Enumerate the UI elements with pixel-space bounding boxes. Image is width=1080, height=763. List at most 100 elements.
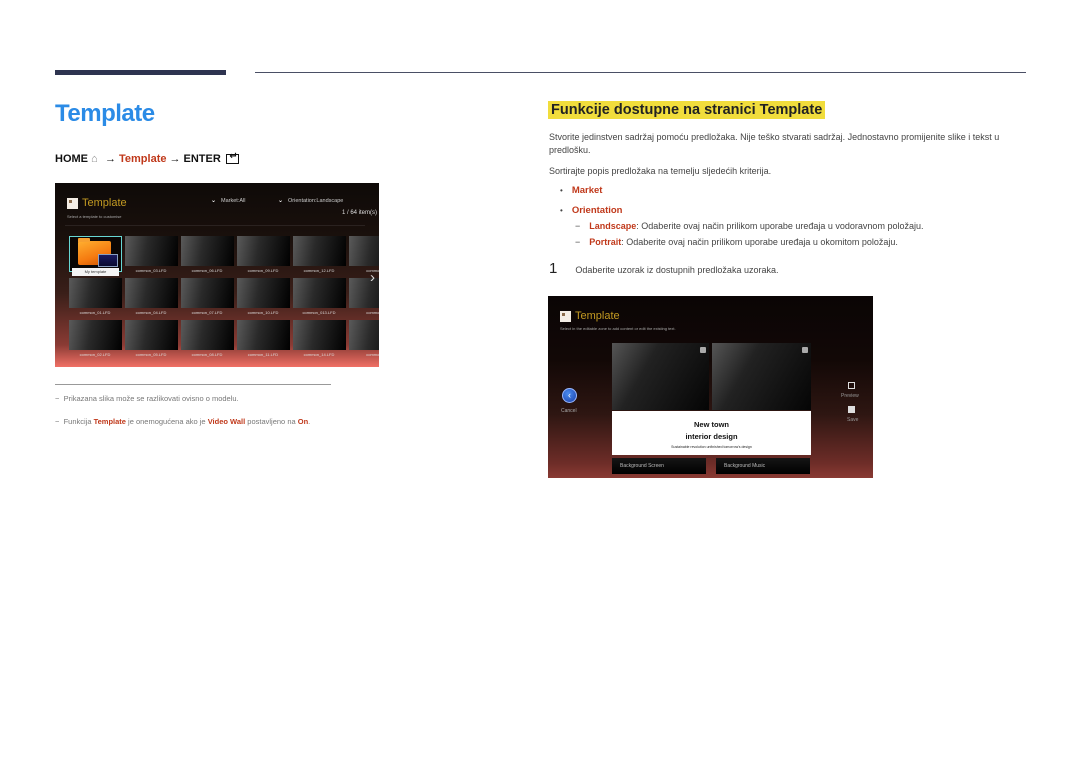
preview-label: Preview bbox=[841, 393, 859, 399]
home-icon: ⌂ bbox=[91, 153, 98, 165]
edit-icon bbox=[802, 347, 808, 353]
breadcrumb-template: Template bbox=[119, 153, 167, 165]
template-thumbnail[interactable] bbox=[125, 320, 178, 350]
fn-text: . bbox=[308, 417, 311, 426]
screen1-header: Template bbox=[67, 197, 127, 209]
template-thumbnail[interactable] bbox=[349, 320, 379, 350]
sub-item-text: : Odaberite ovaj način prilikom uporabe … bbox=[636, 221, 924, 231]
thumbnail-label: common_08.LFD bbox=[191, 352, 223, 357]
template-editor-screenshot: Template Select in the editable zone to … bbox=[548, 296, 873, 478]
monitor-icon bbox=[98, 254, 118, 267]
item-count: 1 / 64 item(s) bbox=[341, 210, 377, 216]
template-thumbnail[interactable] bbox=[181, 320, 234, 350]
footnote-2: − Funkcija Template je onemogućena ako j… bbox=[55, 417, 310, 426]
dash: − bbox=[55, 417, 60, 426]
footnote-1-text: Prikazana slika može se razlikovati ovis… bbox=[63, 394, 239, 403]
fn-text: je onemogućena ako je bbox=[125, 417, 208, 426]
divider bbox=[65, 225, 365, 226]
sub-item-label: Portrait bbox=[589, 237, 622, 247]
template-thumbnail[interactable] bbox=[69, 320, 122, 350]
market-filter[interactable]: ⌄ Market:All bbox=[210, 197, 245, 205]
orientation-filter[interactable]: ⌄ Orientation:Landscape bbox=[277, 197, 344, 205]
template-thumbnail[interactable] bbox=[181, 278, 234, 308]
dash: − bbox=[55, 394, 60, 403]
text-card[interactable]: New town interior design Sustainable rev… bbox=[612, 411, 811, 455]
page-title: Template bbox=[55, 100, 155, 127]
background-screen-button[interactable]: Background Screen bbox=[612, 458, 706, 474]
thumbnail-label: common_05.LFD bbox=[135, 352, 167, 357]
fn-text: Funkcija bbox=[63, 417, 94, 426]
my-template-label: My template bbox=[72, 268, 119, 276]
thumbnail-label: common_14.LFD bbox=[303, 352, 335, 357]
template-thumbnail[interactable] bbox=[125, 278, 178, 308]
sub-item-portrait: − Portrait: Odaberite ovaj način priliko… bbox=[575, 237, 898, 247]
bullet-dot: • bbox=[560, 186, 563, 195]
fn-bold: Video Wall bbox=[207, 417, 246, 426]
screen2-title: Template bbox=[575, 310, 620, 322]
template-thumbnail[interactable] bbox=[181, 236, 234, 266]
template-thumbnail[interactable] bbox=[293, 320, 346, 350]
save-label: Save bbox=[847, 417, 859, 423]
breadcrumb-arrow: → bbox=[105, 153, 116, 165]
template-thumbnail[interactable] bbox=[237, 278, 290, 308]
breadcrumb-home: HOME bbox=[55, 153, 88, 165]
save-icon[interactable] bbox=[848, 406, 855, 413]
template-thumbnail[interactable] bbox=[69, 278, 122, 308]
thumbnail-label: common_ bbox=[366, 352, 379, 357]
chevron-down-icon: ⌄ bbox=[277, 198, 284, 204]
sort-paragraph: Sortirajte popis predložaka na temelju s… bbox=[549, 166, 772, 176]
thumbnail-label: common_ bbox=[366, 310, 379, 315]
thumbnail-label: common_11.LFD bbox=[247, 352, 279, 357]
sub-item-text: : Odaberite ovaj način prilikom uporabe … bbox=[621, 237, 898, 247]
card-caption: Sustainable revolution unfinished tomorr… bbox=[671, 445, 752, 449]
chevron-left-icon: ‹ bbox=[568, 390, 571, 400]
preview-icon[interactable] bbox=[848, 382, 855, 389]
thumbnail-label: common_01.LFD bbox=[79, 310, 111, 315]
screen1-subtitle: Select a template to customise bbox=[67, 214, 122, 219]
step-text: Odaberite uzorak iz dostupnih predložaka… bbox=[575, 265, 779, 275]
dash: − bbox=[575, 237, 581, 247]
breadcrumb-arrow: → bbox=[169, 153, 181, 165]
bullet-label: Market bbox=[571, 185, 603, 196]
fn-text: postavljeno na bbox=[245, 417, 298, 426]
bullet-orientation: • Orientation bbox=[560, 205, 622, 216]
bullet-label: Orientation bbox=[571, 205, 623, 216]
chevron-down-icon: ⌄ bbox=[210, 198, 217, 204]
next-page-arrow[interactable]: › bbox=[370, 269, 375, 286]
thumbnail-label: common_10.LFD bbox=[247, 310, 279, 315]
template-thumbnail[interactable] bbox=[125, 236, 178, 266]
step-number: 1 bbox=[549, 260, 558, 277]
template-thumbnail[interactable] bbox=[237, 236, 290, 266]
sub-item-landscape: − Landscape: Odaberite ovaj način prilik… bbox=[575, 221, 923, 231]
sub-item-label: Landscape bbox=[589, 221, 637, 231]
template-list-screenshot: Template Select a template to customise … bbox=[55, 183, 379, 367]
card-heading-2: interior design bbox=[685, 432, 738, 441]
screen2-subtitle: Select in the editable zone to add conte… bbox=[560, 326, 676, 331]
breadcrumb: HOME ⌂ → Template → ENTER bbox=[55, 151, 239, 165]
screen2-header: Template bbox=[560, 310, 620, 322]
orientation-filter-label: Orientation:Landscape bbox=[288, 197, 344, 204]
thumbnail-label: common_04.LFD bbox=[135, 310, 167, 315]
screen1-title: Template bbox=[82, 197, 127, 209]
thumbnail-label: common_02.LFD bbox=[79, 352, 111, 357]
intro-paragraph: Stvorite jedinstven sadržaj pomoću predl… bbox=[549, 132, 1000, 155]
template-icon bbox=[560, 310, 571, 322]
enter-icon bbox=[225, 151, 239, 164]
fn-bold: On bbox=[297, 417, 309, 426]
section-title: Funkcije dostupne na stranici Template bbox=[548, 101, 826, 119]
footnote-divider bbox=[55, 384, 331, 385]
editable-zone-right[interactable] bbox=[712, 343, 811, 410]
thumbnail-label: common_013.LFD bbox=[302, 310, 336, 315]
template-thumbnail[interactable] bbox=[237, 320, 290, 350]
bullet-market: • Market bbox=[560, 185, 602, 196]
step-1: 1 Odaberite uzorak iz dostupnih predloža… bbox=[549, 260, 778, 277]
template-thumbnail[interactable] bbox=[293, 278, 346, 308]
cancel-button[interactable]: ‹ bbox=[562, 388, 577, 403]
template-thumbnail[interactable] bbox=[349, 236, 379, 266]
breadcrumb-enter: ENTER bbox=[183, 153, 221, 165]
cancel-label: Cancel bbox=[561, 408, 577, 414]
background-music-button[interactable]: Background Music bbox=[716, 458, 810, 474]
template-thumbnail[interactable] bbox=[293, 236, 346, 266]
my-template-thumbnail[interactable] bbox=[69, 236, 122, 272]
editable-zone-left[interactable] bbox=[612, 343, 709, 410]
